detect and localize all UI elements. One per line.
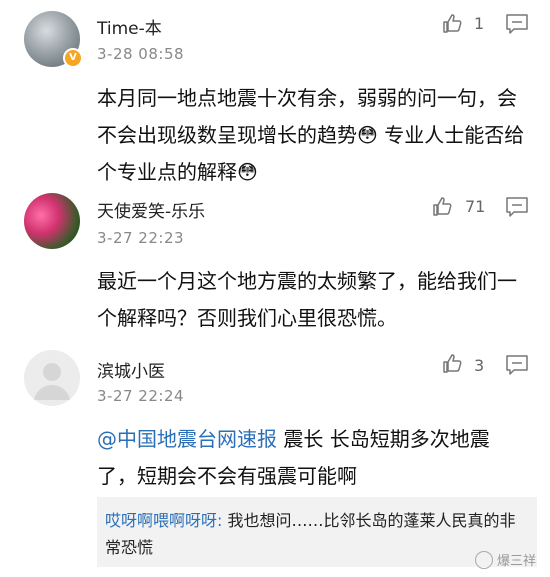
avatar[interactable] (24, 193, 80, 249)
reply-comment-icon[interactable] (505, 13, 529, 35)
like-thumb-icon[interactable] (430, 195, 454, 219)
comment-username[interactable]: 天使爱笑-乐乐 (97, 197, 205, 222)
comment-timestamp: 3-28 08:58 (97, 45, 185, 63)
watermark: 爆三祥 (474, 550, 536, 569)
comment-username[interactable]: Time-本 (97, 14, 162, 39)
comment-timestamp: 3-27 22:23 (97, 229, 185, 247)
like-thumb-icon[interactable] (440, 352, 464, 376)
comment-text: 本月同一地点地震十次有余，弱弱的问一句，会不会出现级数呈现增长的趋势😳 专业人士… (97, 86, 525, 184)
reply-comment-icon[interactable] (505, 196, 529, 218)
comment-text: @中国地震台网速报 震长 长岛短期多次地震了，短期会不会有强震可能啊 (97, 421, 527, 495)
like-count: 71 (465, 197, 486, 216)
watermark-text: 爆三祥 (496, 554, 536, 569)
verified-badge-icon: V (63, 48, 83, 68)
watermark-logo-icon (474, 550, 493, 569)
reply-text: 哎呀啊喂啊呀呀: 我也想问……比邻长岛的蓬莱人民真的非常恐慌 (105, 507, 525, 561)
reply-author-link[interactable]: 哎呀啊喂啊呀呀: (105, 511, 222, 530)
comment-text: 最近一个月这个地方震的太频繁了，能给我们一个解释吗？否则我们心里很恐慌。 (97, 269, 517, 330)
avatar[interactable] (24, 350, 80, 406)
comment-timestamp: 3-27 22:24 (97, 387, 185, 405)
reply-box[interactable]: 哎呀啊喂啊呀呀: 我也想问……比邻长岛的蓬莱人民真的非常恐慌 (97, 497, 537, 567)
comment-username[interactable]: 滨城小医 (97, 357, 165, 382)
default-user-icon (34, 363, 70, 400)
reply-comment-icon[interactable] (505, 354, 529, 376)
like-thumb-icon[interactable] (440, 12, 464, 36)
like-count: 1 (474, 14, 485, 33)
like-count: 3 (474, 356, 485, 375)
mention-link[interactable]: @中国地震台网速报 (97, 427, 277, 451)
